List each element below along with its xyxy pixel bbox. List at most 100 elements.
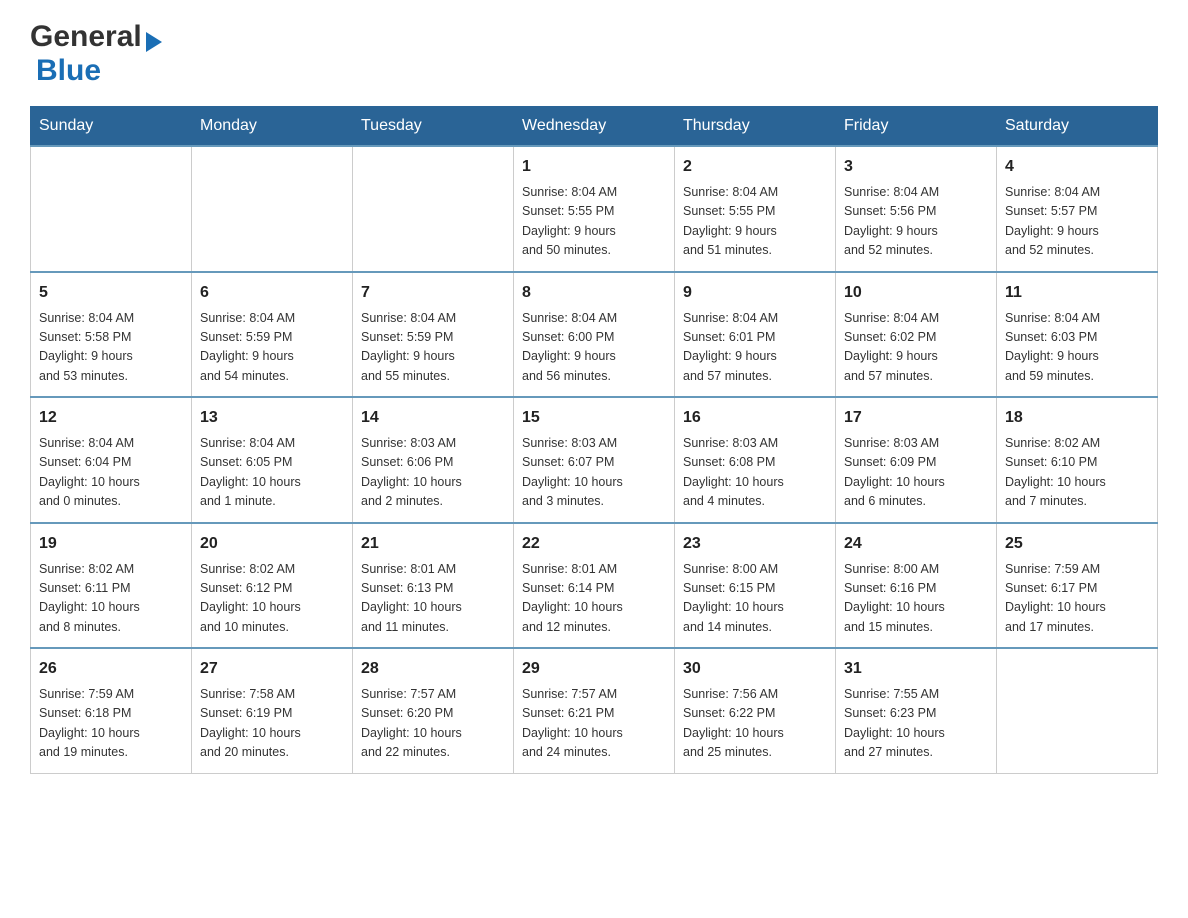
day-number: 13 [200,406,344,430]
day-number: 5 [39,281,183,305]
day-number: 26 [39,657,183,681]
day-info: Sunrise: 8:02 AM Sunset: 6:11 PM Dayligh… [39,560,183,638]
calendar-cell: 23 Sunrise: 8:00 AM Sunset: 6:15 PM Dayli… [675,523,836,649]
calendar-cell: 16 Sunrise: 8:03 AM Sunset: 6:08 PM Dayli… [675,397,836,523]
header-row: SundayMondayTuesdayWednesdayThursdayFrid… [31,107,1158,147]
calendar-cell: 19 Sunrise: 8:02 AM Sunset: 6:11 PM Dayli… [31,523,192,649]
day-info: Sunrise: 8:04 AM Sunset: 5:56 PM Dayligh… [844,183,988,261]
day-number: 17 [844,406,988,430]
calendar-cell: 26 Sunrise: 7:59 AM Sunset: 6:18 PM Dayli… [31,648,192,773]
day-info: Sunrise: 7:57 AM Sunset: 6:20 PM Dayligh… [361,685,505,763]
day-number: 18 [1005,406,1149,430]
day-number: 3 [844,155,988,179]
day-number: 24 [844,532,988,556]
calendar-cell: 11 Sunrise: 8:04 AM Sunset: 6:03 PM Dayli… [997,272,1158,398]
calendar-cell: 22 Sunrise: 8:01 AM Sunset: 6:14 PM Dayli… [514,523,675,649]
logo-blue-text: Blue [36,54,101,88]
day-info: Sunrise: 8:02 AM Sunset: 6:12 PM Dayligh… [200,560,344,638]
calendar-cell [353,146,514,272]
day-info: Sunrise: 8:03 AM Sunset: 6:09 PM Dayligh… [844,434,988,512]
day-info: Sunrise: 7:56 AM Sunset: 6:22 PM Dayligh… [683,685,827,763]
day-number: 30 [683,657,827,681]
calendar-cell: 29Sunrise: 7:57 AM Sunset: 6:21 PM Dayli… [514,648,675,773]
day-info: Sunrise: 8:04 AM Sunset: 6:02 PM Dayligh… [844,309,988,387]
header-day-friday: Friday [836,107,997,147]
calendar-cell: 27 Sunrise: 7:58 AM Sunset: 6:19 PM Dayli… [192,648,353,773]
day-number: 29 [522,657,666,681]
day-info: Sunrise: 8:04 AM Sunset: 5:55 PM Dayligh… [683,183,827,261]
day-info: Sunrise: 8:01 AM Sunset: 6:14 PM Dayligh… [522,560,666,638]
day-info: Sunrise: 8:01 AM Sunset: 6:13 PM Dayligh… [361,560,505,638]
day-number: 22 [522,532,666,556]
day-number: 20 [200,532,344,556]
day-number: 9 [683,281,827,305]
calendar-cell: 6 Sunrise: 8:04 AM Sunset: 5:59 PM Daylig… [192,272,353,398]
logo: General Blue [30,20,162,88]
day-info: Sunrise: 8:04 AM Sunset: 6:05 PM Dayligh… [200,434,344,512]
header-day-wednesday: Wednesday [514,107,675,147]
day-number: 21 [361,532,505,556]
calendar-cell: 7 Sunrise: 8:04 AM Sunset: 5:59 PM Daylig… [353,272,514,398]
calendar-cell: 8 Sunrise: 8:04 AM Sunset: 6:00 PM Daylig… [514,272,675,398]
day-info: Sunrise: 8:02 AM Sunset: 6:10 PM Dayligh… [1005,434,1149,512]
logo-general-text: General [30,20,142,54]
day-number: 15 [522,406,666,430]
day-info: Sunrise: 8:03 AM Sunset: 6:08 PM Dayligh… [683,434,827,512]
day-info: Sunrise: 8:03 AM Sunset: 6:06 PM Dayligh… [361,434,505,512]
day-info: Sunrise: 7:59 AM Sunset: 6:17 PM Dayligh… [1005,560,1149,638]
calendar-cell: 9 Sunrise: 8:04 AM Sunset: 6:01 PM Daylig… [675,272,836,398]
week-row-0: 1Sunrise: 8:04 AM Sunset: 5:55 PM Daylig… [31,146,1158,272]
header-day-saturday: Saturday [997,107,1158,147]
calendar-cell: 14 Sunrise: 8:03 AM Sunset: 6:06 PM Dayli… [353,397,514,523]
header-day-tuesday: Tuesday [353,107,514,147]
day-info: Sunrise: 8:04 AM Sunset: 5:55 PM Dayligh… [522,183,666,261]
calendar-cell: 4Sunrise: 8:04 AM Sunset: 5:57 PM Daylig… [997,146,1158,272]
day-number: 23 [683,532,827,556]
day-info: Sunrise: 7:58 AM Sunset: 6:19 PM Dayligh… [200,685,344,763]
day-number: 14 [361,406,505,430]
calendar-cell: 2Sunrise: 8:04 AM Sunset: 5:55 PM Daylig… [675,146,836,272]
day-number: 27 [200,657,344,681]
calendar-cell [192,146,353,272]
day-info: Sunrise: 8:03 AM Sunset: 6:07 PM Dayligh… [522,434,666,512]
day-info: Sunrise: 8:04 AM Sunset: 6:03 PM Dayligh… [1005,309,1149,387]
day-number: 4 [1005,155,1149,179]
header-day-thursday: Thursday [675,107,836,147]
day-info: Sunrise: 8:00 AM Sunset: 6:16 PM Dayligh… [844,560,988,638]
day-info: Sunrise: 8:04 AM Sunset: 5:59 PM Dayligh… [200,309,344,387]
calendar-cell: 15 Sunrise: 8:03 AM Sunset: 6:07 PM Dayli… [514,397,675,523]
day-info: Sunrise: 8:04 AM Sunset: 5:59 PM Dayligh… [361,309,505,387]
week-row-2: 12Sunrise: 8:04 AM Sunset: 6:04 PM Dayli… [31,397,1158,523]
day-number: 25 [1005,532,1149,556]
page-header: General Blue [30,20,1158,88]
header-day-monday: Monday [192,107,353,147]
day-number: 8 [522,281,666,305]
day-info: Sunrise: 7:59 AM Sunset: 6:18 PM Dayligh… [39,685,183,763]
calendar-cell: 24 Sunrise: 8:00 AM Sunset: 6:16 PM Dayli… [836,523,997,649]
day-number: 16 [683,406,827,430]
day-info: Sunrise: 8:04 AM Sunset: 6:04 PM Dayligh… [39,434,183,512]
calendar-cell: 17 Sunrise: 8:03 AM Sunset: 6:09 PM Dayli… [836,397,997,523]
calendar-cell [997,648,1158,773]
calendar-cell: 28Sunrise: 7:57 AM Sunset: 6:20 PM Dayli… [353,648,514,773]
day-info: Sunrise: 8:04 AM Sunset: 6:00 PM Dayligh… [522,309,666,387]
calendar-cell: 1Sunrise: 8:04 AM Sunset: 5:55 PM Daylig… [514,146,675,272]
calendar-cell: 5 Sunrise: 8:04 AM Sunset: 5:58 PM Daylig… [31,272,192,398]
day-number: 7 [361,281,505,305]
calendar-cell: 20 Sunrise: 8:02 AM Sunset: 6:12 PM Dayli… [192,523,353,649]
week-row-3: 19 Sunrise: 8:02 AM Sunset: 6:11 PM Dayli… [31,523,1158,649]
calendar-cell: 18 Sunrise: 8:02 AM Sunset: 6:10 PM Dayli… [997,397,1158,523]
calendar-cell: 3 Sunrise: 8:04 AM Sunset: 5:56 PM Daylig… [836,146,997,272]
day-number: 6 [200,281,344,305]
week-row-1: 5 Sunrise: 8:04 AM Sunset: 5:58 PM Daylig… [31,272,1158,398]
calendar-cell: 10Sunrise: 8:04 AM Sunset: 6:02 PM Dayli… [836,272,997,398]
day-info: Sunrise: 8:04 AM Sunset: 5:58 PM Dayligh… [39,309,183,387]
day-number: 19 [39,532,183,556]
day-info: Sunrise: 8:00 AM Sunset: 6:15 PM Dayligh… [683,560,827,638]
day-info: Sunrise: 8:04 AM Sunset: 6:01 PM Dayligh… [683,309,827,387]
day-number: 11 [1005,281,1149,305]
calendar-cell: 12Sunrise: 8:04 AM Sunset: 6:04 PM Dayli… [31,397,192,523]
calendar-cell: 21 Sunrise: 8:01 AM Sunset: 6:13 PM Dayli… [353,523,514,649]
calendar-cell: 13 Sunrise: 8:04 AM Sunset: 6:05 PM Dayli… [192,397,353,523]
calendar-table: SundayMondayTuesdayWednesdayThursdayFrid… [30,106,1158,774]
